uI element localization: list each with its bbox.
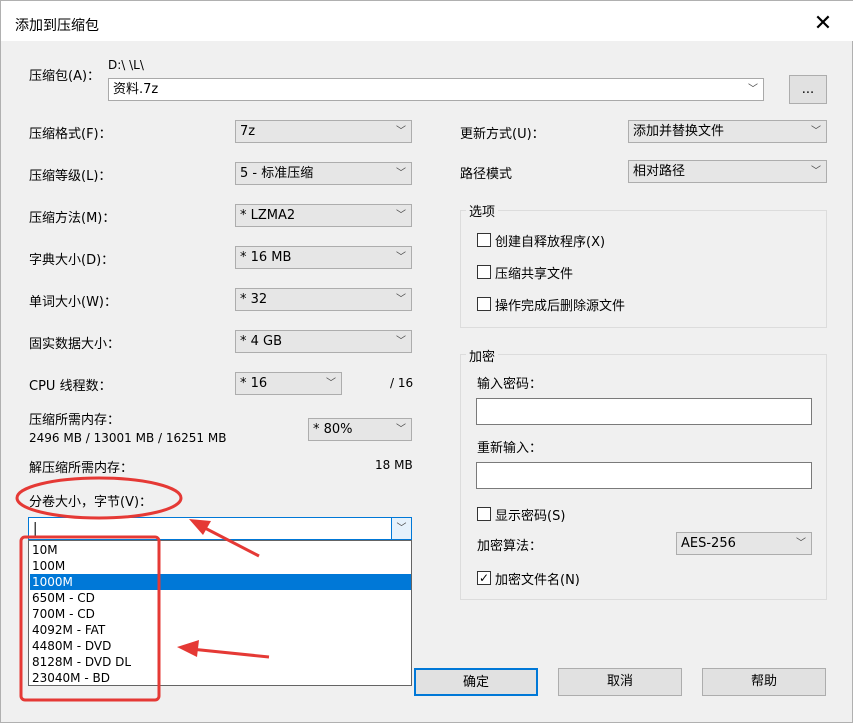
annotation-rectangle [19, 535, 161, 702]
add-to-archive-dialog: 添加到压缩包 ✕ 压缩包(A)： D:\ \L\ 资料.7z ﹀ ... 压缩格… [0, 0, 853, 723]
annotation-arrow-line [200, 524, 260, 558]
annotation-ellipse [15, 476, 183, 520]
annotation-arrow-head [177, 640, 199, 657]
annotation-overlay [15, 476, 270, 702]
annotation-arrow-head [189, 519, 211, 535]
annotation-arrow-line [190, 647, 270, 659]
